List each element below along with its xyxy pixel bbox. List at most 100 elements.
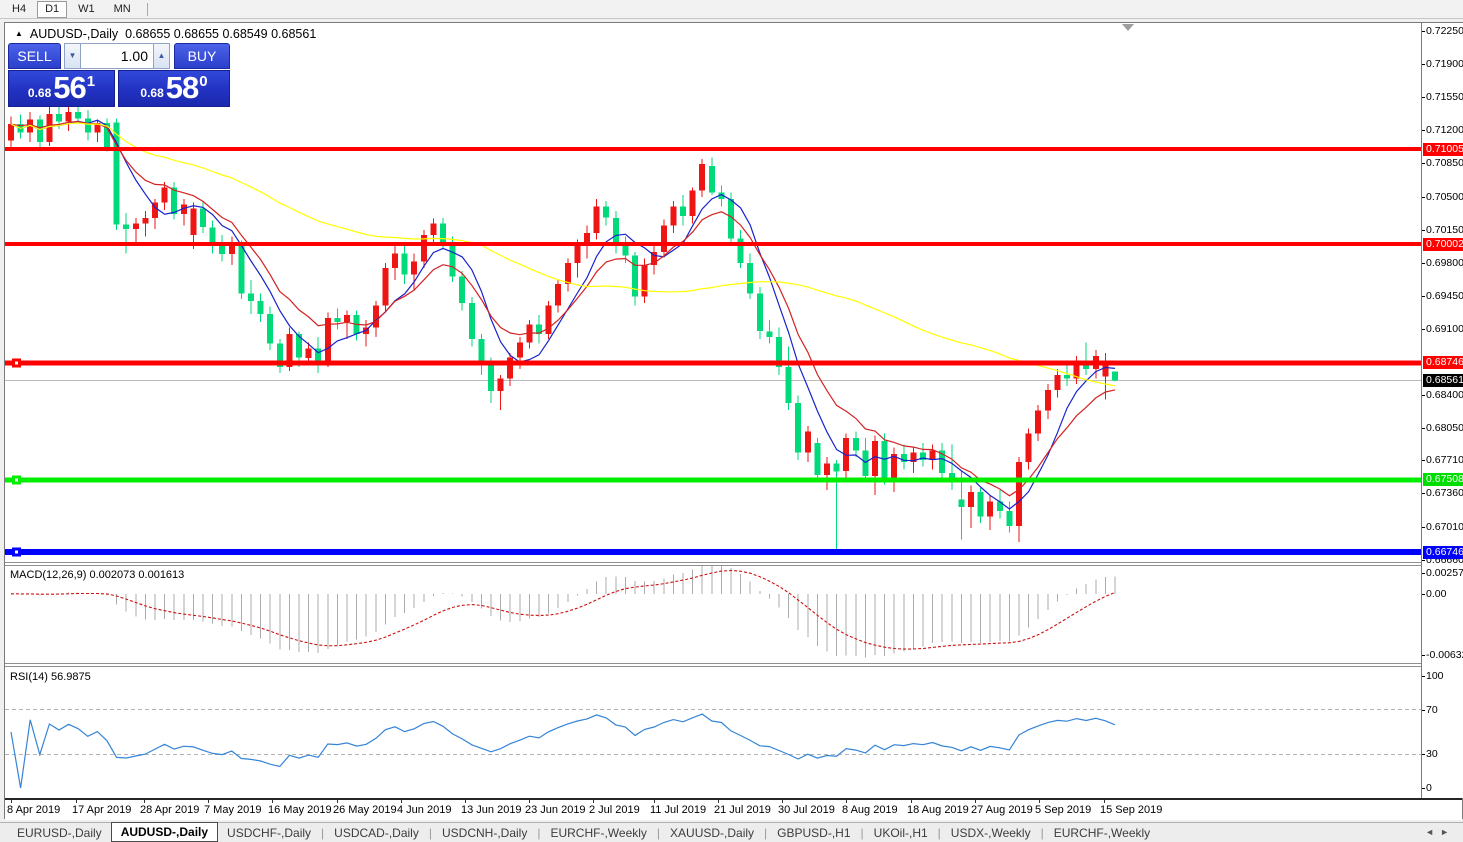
- volume-input[interactable]: [81, 43, 153, 69]
- chart-tab-bar: EURUSD-,Daily AUDUSD-,Daily USDCHF-,Daily |…: [0, 821, 1463, 842]
- date-axis-tick: [401, 800, 402, 803]
- date-axis-tick: [911, 800, 912, 803]
- chart-window: ▲ AUDUSD-,Daily 0.68655 0.68655 0.68549 …: [4, 22, 1463, 820]
- macd-axis-label: 0.002574: [1422, 567, 1463, 580]
- chart-tab-audusd-daily[interactable]: AUDUSD-,Daily: [110, 821, 219, 842]
- price-axis-label: 0.72250: [1422, 25, 1463, 37]
- chart-ohlc-values: 0.68655 0.68655 0.68549 0.68561: [125, 27, 317, 41]
- volume-increment-button[interactable]: ▲: [153, 43, 170, 69]
- buy-price-pipette: 0: [199, 73, 208, 90]
- date-axis-tick: [465, 800, 466, 803]
- rsi-pane-canvas[interactable]: [5, 668, 1421, 796]
- date-axis-label: 26 May 2019: [333, 804, 397, 816]
- price-line-badge: 0.67508: [1423, 473, 1463, 487]
- date-axis-tick: [529, 800, 530, 803]
- chart-symbol-label: AUDUSD-,Daily: [29, 27, 119, 41]
- macd-indicator-label: MACD(12,26,9) 0.002073 0.001613: [10, 569, 185, 581]
- date-axis-tick: [11, 800, 12, 803]
- date-axis-label: 4 Jun 2019: [397, 804, 452, 816]
- price-axis-label: 0.70850: [1422, 157, 1463, 170]
- date-axis-tick: [846, 800, 847, 803]
- pane-resize-handle[interactable]: [5, 562, 1462, 566]
- chart-tab-usdcad-daily[interactable]: USDCAD-,Daily: [325, 825, 428, 841]
- buy-price-prefix: 0.68: [140, 86, 164, 100]
- price-axis-label: 0.67360: [1422, 487, 1463, 500]
- macd-axis-label: -0.006326: [1421, 649, 1463, 662]
- date-axis-tick: [272, 800, 273, 803]
- volume-spinner: ▼ ▲: [64, 43, 170, 69]
- macd-axis-label: 0.00: [1421, 587, 1447, 600]
- sell-button[interactable]: SELL: [8, 43, 61, 69]
- buy-price-main: 58: [165, 70, 199, 105]
- date-axis-label: 7 May 2019: [204, 804, 262, 816]
- chart-tab-eurchf-weekly[interactable]: EURCHF-,Weekly: [541, 825, 655, 841]
- sell-price-pipette: 1: [86, 73, 96, 90]
- date-axis-label: 15 Sep 2019: [1100, 804, 1163, 816]
- date-axis-tick: [337, 800, 338, 803]
- sell-price-display[interactable]: 0.68 56 1: [8, 70, 115, 107]
- price-axis-label: 0.69100: [1422, 322, 1463, 335]
- date-axis: 8 Apr 2019 17 Apr 2019 28 Apr 2019 7 May 20…: [5, 798, 1462, 820]
- price-axis-label: 0.68050: [1422, 422, 1463, 435]
- timeframe-button-h4[interactable]: H4: [4, 1, 34, 18]
- price-scale: 0.72250 0.71900 0.71550 0.71200 0.70850 0.705…: [1421, 23, 1463, 798]
- chart-shift-marker[interactable]: [1122, 24, 1134, 31]
- price-axis-label: 0.70150: [1422, 223, 1463, 236]
- tab-scroll-left-icon[interactable]: ◄: [1425, 827, 1440, 837]
- date-axis-label: 11 Jul 2019: [650, 804, 707, 816]
- price-line-badge: 0.71005: [1423, 142, 1463, 156]
- chart-ohlc-title: ▲ AUDUSD-,Daily 0.68655 0.68655 0.68549 …: [15, 27, 316, 41]
- chart-tab-usdchf-daily[interactable]: USDCHF-,Daily: [218, 825, 320, 841]
- price-axis-label: 0.68400: [1422, 389, 1463, 402]
- price-axis-label: 0.67710: [1422, 454, 1463, 467]
- buy-button[interactable]: BUY: [174, 43, 230, 69]
- toolbar-separator: [146, 2, 148, 16]
- timeframe-button-w1[interactable]: W1: [70, 1, 103, 18]
- chart-tab-ukoil-h1[interactable]: UKOil-,H1: [865, 825, 937, 841]
- chart-tab-usdcnh-daily[interactable]: USDCNH-,Daily: [433, 825, 536, 841]
- date-axis-label: 13 Jun 2019: [461, 804, 522, 816]
- date-axis-tick: [76, 800, 77, 803]
- tab-scroll-right-icon[interactable]: ►: [1440, 827, 1455, 837]
- date-axis-label: 27 Aug 2019: [971, 804, 1033, 816]
- date-axis-label: 8 Aug 2019: [842, 804, 898, 816]
- date-axis-label: 5 Sep 2019: [1035, 804, 1092, 816]
- date-axis-tick: [144, 800, 145, 803]
- date-axis-label: 2 Jul 2019: [589, 804, 640, 816]
- date-axis-tick: [718, 800, 719, 803]
- price-axis-label: 0.71900: [1422, 58, 1463, 71]
- date-axis-tick: [208, 800, 209, 803]
- timeframe-toolbar: H4 D1 W1 MN: [0, 0, 1463, 19]
- date-axis-tick: [782, 800, 783, 803]
- pane-resize-handle[interactable]: [5, 663, 1462, 667]
- chart-tab-eurchf-weekly[interactable]: EURCHF-,Weekly: [1045, 825, 1159, 841]
- rsi-axis-label: 0: [1422, 782, 1432, 794]
- chart-tab-gbpusd-h1[interactable]: GBPUSD-,H1: [768, 825, 859, 841]
- price-axis-label: 0.69800: [1422, 256, 1463, 269]
- timeframe-button-d1[interactable]: D1: [37, 0, 68, 18]
- chart-tab-usdx-weekly[interactable]: USDX-,Weekly: [942, 825, 1040, 841]
- rsi-axis-label: 100: [1422, 670, 1444, 682]
- price-line-badge: 0.66746: [1423, 545, 1463, 559]
- macd-pane-canvas[interactable]: [5, 566, 1421, 662]
- chart-tab-xauusd-daily[interactable]: XAUUSD-,Daily: [661, 825, 763, 841]
- date-axis-label: 16 May 2019: [268, 804, 332, 816]
- date-axis-tick: [654, 800, 655, 803]
- date-axis-label: 8 Apr 2019: [7, 804, 61, 816]
- sell-price-prefix: 0.68: [27, 86, 52, 100]
- chart-tab-eurusd-daily[interactable]: EURUSD-,Daily: [8, 825, 111, 841]
- volume-decrement-button[interactable]: ▼: [64, 43, 81, 69]
- date-axis-label: 21 Jul 2019: [714, 804, 771, 816]
- price-line-badge: 0.68746: [1423, 356, 1463, 370]
- rsi-axis-label: 70: [1422, 703, 1438, 716]
- price-axis-label: 0.71200: [1422, 124, 1463, 137]
- symbol-expand-icon[interactable]: ▲: [15, 29, 23, 38]
- price-axis-label: 0.69450: [1422, 289, 1463, 302]
- rsi-indicator-label: RSI(14) 56.9875: [10, 671, 91, 683]
- date-axis-label: 23 Jun 2019: [525, 804, 586, 816]
- sell-price-main: 56: [53, 70, 86, 105]
- timeframe-button-mn[interactable]: MN: [106, 1, 139, 18]
- buy-price-display[interactable]: 0.68 58 0: [118, 70, 230, 107]
- date-axis-tick: [1104, 800, 1105, 803]
- date-axis-label: 28 Apr 2019: [140, 804, 200, 816]
